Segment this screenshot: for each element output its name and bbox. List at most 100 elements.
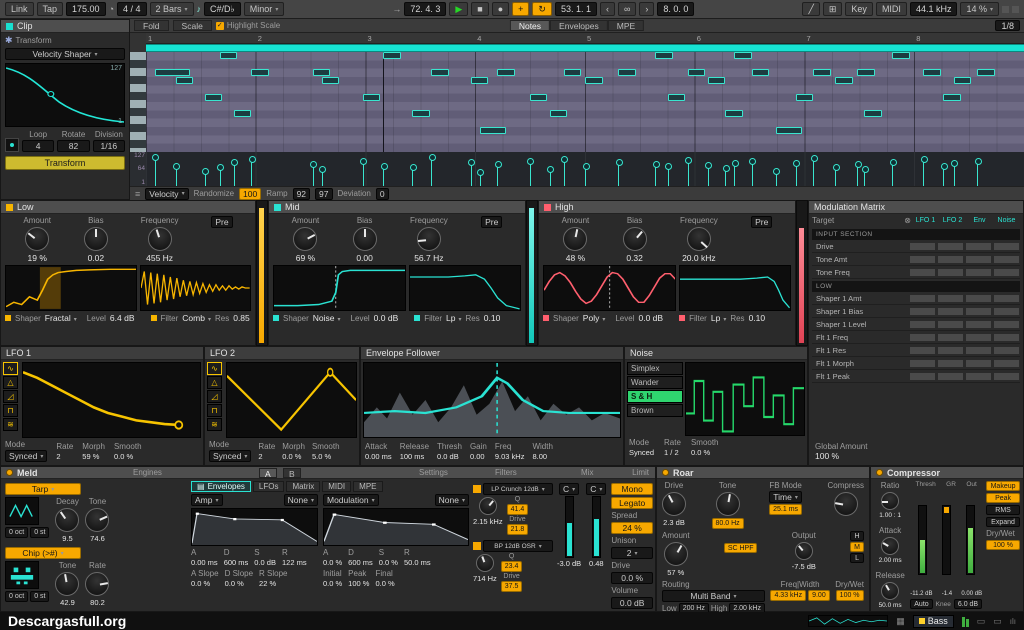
filter-2-drive[interactable]: 37.5 xyxy=(501,581,523,592)
mono-button[interactable]: Mono xyxy=(611,483,653,495)
midi-note[interactable] xyxy=(564,69,582,76)
matrix-column-header[interactable]: Env xyxy=(966,217,993,224)
xy-pad-icon[interactable] xyxy=(5,138,19,152)
beat-ruler[interactable]: 12345678 xyxy=(146,33,1024,44)
volume-a-value[interactable]: -3.0 dB xyxy=(557,559,581,568)
velocity-marker[interactable] xyxy=(813,158,814,186)
filter-display[interactable] xyxy=(409,265,521,311)
limit-toggle[interactable]: Limit xyxy=(632,468,649,477)
matrix-cell[interactable] xyxy=(937,307,964,316)
grid-division-selector[interactable]: 1/8 xyxy=(995,20,1020,31)
filter-2-freq-knob[interactable]: 714 Hz xyxy=(473,553,497,583)
tab-matrix[interactable]: Matrix xyxy=(286,481,320,492)
mod-env-target[interactable]: None xyxy=(435,494,469,506)
engine-a-knob1[interactable]: Decay9.5 xyxy=(55,497,79,543)
monitor-icon[interactable]: ▭ xyxy=(993,616,1002,627)
keyboard-icon[interactable]: ▭ xyxy=(977,616,986,627)
sample-rate-field[interactable]: 44.1 kHz xyxy=(910,2,958,16)
lanes-icon[interactable]: ≡ xyxy=(135,189,140,199)
midi-note[interactable] xyxy=(734,52,752,59)
fb-time-value[interactable]: 25.1 ms xyxy=(769,504,802,515)
threshold-meter[interactable] xyxy=(918,505,927,575)
velocity-marker[interactable] xyxy=(776,171,777,186)
shaper-type-select[interactable]: Noise xyxy=(313,313,341,323)
param[interactable]: R50.0 ms xyxy=(404,548,431,567)
midi-note[interactable] xyxy=(363,94,381,101)
param[interactable]: ModeSynced xyxy=(629,438,654,457)
matrix-cell[interactable] xyxy=(993,255,1020,264)
lfo2-display[interactable] xyxy=(226,362,357,438)
filter-1-type-select[interactable]: LP Crunch 12dB xyxy=(483,483,553,495)
device-on-toggle[interactable] xyxy=(6,469,13,476)
follow-icon[interactable]: → xyxy=(392,4,401,14)
mod-envelope-display[interactable] xyxy=(323,508,469,546)
param[interactable]: Release100 ms xyxy=(400,442,429,461)
attack-knob[interactable]: Attack2.00 ms xyxy=(879,526,902,564)
velocity-marker[interactable] xyxy=(251,159,252,186)
lfo-wave-icon[interactable]: ≋ xyxy=(3,418,18,431)
param[interactable]: D600 ms xyxy=(224,548,249,567)
midi-note[interactable] xyxy=(954,77,972,84)
param[interactable]: R122 ms xyxy=(282,548,307,567)
velocity-marker[interactable] xyxy=(618,162,619,186)
envelope-follower-display[interactable] xyxy=(363,362,621,438)
amp-envelope-display[interactable] xyxy=(191,508,318,546)
punch-out-button[interactable]: › xyxy=(639,2,654,16)
key-map-button[interactable]: Key xyxy=(845,2,873,16)
matrix-cell[interactable] xyxy=(937,268,964,277)
midi-note[interactable] xyxy=(923,69,941,76)
out-value[interactable]: 0.00 dB xyxy=(961,591,982,597)
matrix-column-header[interactable]: Noise xyxy=(993,217,1020,224)
param[interactable]: R Slope22 % xyxy=(259,569,287,588)
routing-select[interactable]: Multi Band xyxy=(662,590,765,602)
lfo1-mode-select[interactable]: Synced xyxy=(5,450,47,462)
ramp-end-value[interactable]: 97 xyxy=(315,188,332,200)
velocity-marker[interactable] xyxy=(708,165,709,186)
record-button[interactable]: ● xyxy=(492,2,509,16)
midi-note[interactable] xyxy=(497,69,515,76)
midi-note[interactable] xyxy=(530,94,548,101)
matrix-cell[interactable] xyxy=(965,359,992,368)
tab-lfos[interactable]: LFOs xyxy=(253,481,285,492)
velocity-marker[interactable] xyxy=(313,164,314,186)
ratio-knob[interactable]: Ratio1.00 : 1 xyxy=(879,481,901,519)
clear-icon[interactable]: ⊗ xyxy=(904,216,911,225)
piano-keys[interactable] xyxy=(130,52,146,152)
note-grid[interactable] xyxy=(146,52,1024,152)
loop-toggle[interactable]: ∞ xyxy=(618,2,636,16)
arrangement-position-field[interactable]: 72. 4. 3 xyxy=(404,2,446,16)
filter-power-toggle[interactable] xyxy=(679,315,685,321)
transform-tool-select[interactable]: Velocity Shaper xyxy=(5,48,125,60)
filter-power-toggle[interactable] xyxy=(414,315,420,321)
engine-b-tab[interactable]: B xyxy=(283,468,301,478)
velocity-lane[interactable] xyxy=(146,152,1024,186)
velocity-marker[interactable] xyxy=(205,171,206,186)
velocity-marker[interactable] xyxy=(725,168,726,186)
scale-root-field[interactable]: C#/D♭ xyxy=(204,2,241,16)
midi-note[interactable] xyxy=(835,77,853,84)
midi-note[interactable] xyxy=(322,77,340,84)
velocity-shaper-graph[interactable]: 127 1 xyxy=(5,63,125,127)
param[interactable]: D Slope0.0 % xyxy=(225,569,253,588)
matrix-cell[interactable] xyxy=(937,372,964,381)
tab-midi[interactable]: MIDI xyxy=(322,481,351,492)
filter-power-toggle[interactable] xyxy=(151,315,157,321)
matrix-cell[interactable] xyxy=(965,320,992,329)
makeup-button[interactable]: Makeup xyxy=(986,481,1020,491)
noise-type-option[interactable]: Brown xyxy=(627,404,683,417)
velocity-marker[interactable] xyxy=(155,157,156,186)
velocity-marker[interactable] xyxy=(480,172,481,186)
bias-knob[interactable]: Bias0.32 xyxy=(623,216,647,263)
midi-note[interactable] xyxy=(813,69,831,76)
matrix-cell[interactable] xyxy=(909,294,936,303)
midi-note[interactable] xyxy=(943,94,961,101)
lfo2-rate[interactable]: 2 xyxy=(258,452,262,461)
noise-type-option[interactable]: Simplex xyxy=(627,362,683,375)
noise-type-option[interactable]: S & H xyxy=(627,390,683,403)
link-button[interactable]: Link xyxy=(5,2,34,16)
frequency-knob[interactable]: Frequency56.7 Hz xyxy=(410,216,448,263)
velocity-marker[interactable] xyxy=(977,161,978,186)
level-value[interactable]: 0.0 dB xyxy=(638,313,663,323)
filter-1-freq-knob[interactable]: 2.15 kHz xyxy=(473,496,503,526)
punch-in-button[interactable]: ‹ xyxy=(600,2,615,16)
